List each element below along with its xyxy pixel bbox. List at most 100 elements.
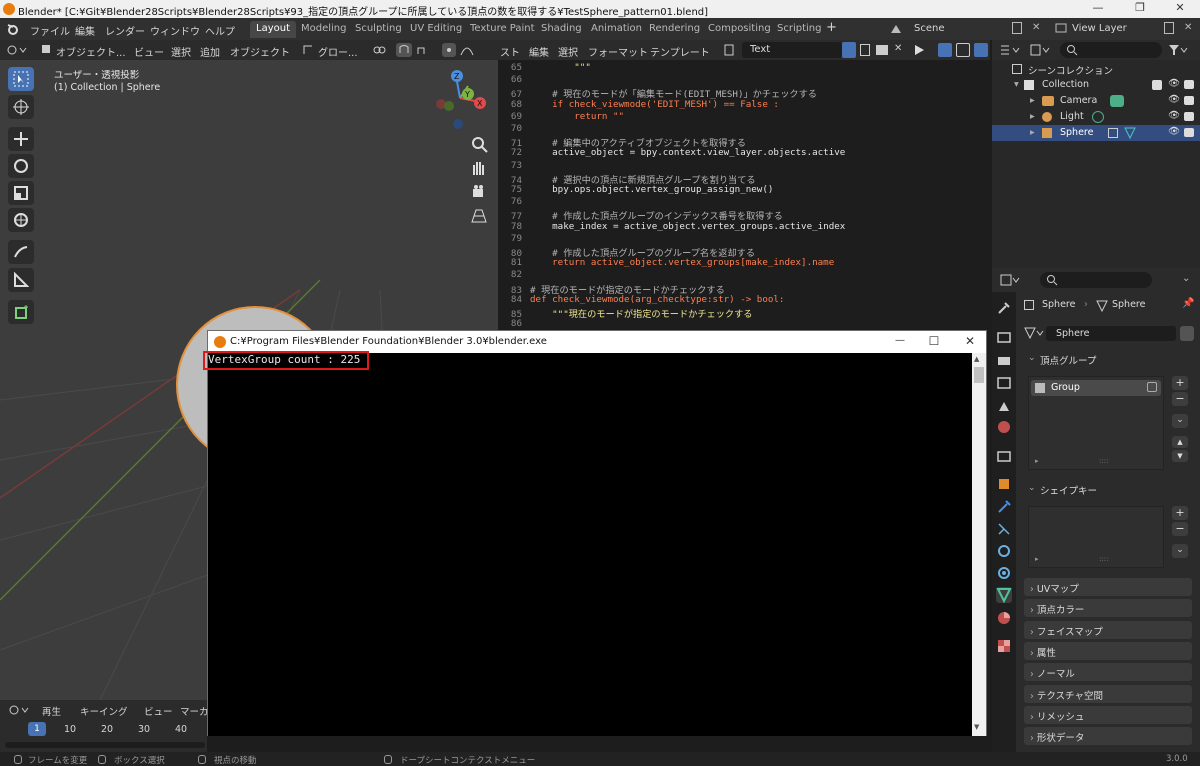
code-line[interactable]: 82 (498, 269, 990, 281)
code-line[interactable]: 86 (498, 318, 990, 330)
timeline-scrollbar[interactable] (5, 742, 205, 748)
blender-menu-icon[interactable] (6, 22, 20, 36)
panel-expand-chevron-icon[interactable]: › (1030, 627, 1037, 638)
collapsed-panel-header[interactable]: › 形状データ (1024, 727, 1192, 746)
move-tool[interactable] (8, 127, 34, 151)
console-titlebar[interactable]: C:¥Program Files¥Blender Foundation¥Blen… (208, 331, 986, 353)
code-line[interactable]: 72 active_object = bpy.context.view_laye… (498, 147, 990, 159)
vertex-groups-chevron-icon[interactable]: ⌄ (1028, 353, 1036, 363)
display-mode-icon[interactable] (1030, 44, 1050, 56)
tab-modeling[interactable]: Modeling (295, 21, 353, 38)
collection-tab-icon[interactable] (996, 448, 1012, 464)
vertex-group-specials-chevron-icon[interactable]: ⌄ (1172, 414, 1188, 428)
menu-render[interactable]: レンダー (105, 23, 145, 38)
shape-key-list[interactable]: ▸ :::: (1028, 506, 1164, 568)
text-menu-select[interactable]: 選択 (558, 44, 578, 59)
panel-expand-chevron-icon[interactable]: › (1030, 584, 1037, 595)
collapsed-panel-header[interactable]: › UVマップ (1024, 578, 1192, 596)
timeline-menu-playback[interactable]: 再生 (42, 704, 61, 718)
run-script-icon[interactable] (912, 43, 926, 57)
outliner-item-camera[interactable]: ▸ Camera 👁 (992, 93, 1200, 109)
camera-render-icon[interactable] (1184, 96, 1194, 105)
pivot-point-icon[interactable] (372, 44, 388, 56)
viewport-menu-select[interactable]: 選択 (171, 44, 191, 59)
code-line[interactable]: 65 """ (498, 62, 990, 74)
code-line[interactable]: 68 if check_viewmode('EDIT_MESH') == Fal… (498, 99, 990, 111)
filter-icon[interactable] (1168, 44, 1188, 56)
material-tab-icon[interactable] (996, 610, 1012, 626)
texture-tab-icon[interactable] (996, 638, 1012, 654)
collapsed-panel-header[interactable]: › ノーマル (1024, 663, 1192, 682)
menu-window[interactable]: ウィンドウ (150, 23, 200, 38)
collapsed-panel-header[interactable]: › 属性 (1024, 641, 1192, 660)
scene-tab-icon[interactable] (996, 398, 1012, 414)
modifier-tab-icon[interactable] (996, 499, 1012, 515)
scene-selector[interactable]: Scene (914, 23, 945, 34)
tab-animation[interactable]: Animation (585, 21, 648, 38)
text-menu-text[interactable]: スト (500, 44, 520, 59)
outliner-collection-row[interactable]: ▾ Collection 👁 (992, 77, 1200, 93)
text-menu-templates[interactable]: テンプレート (650, 44, 710, 59)
transform-tool[interactable] (8, 208, 34, 232)
outliner-item-light[interactable]: ▸ Light 👁 (992, 109, 1200, 125)
tab-texture-paint[interactable]: Texture Paint (464, 21, 541, 38)
code-line[interactable]: 66 (498, 74, 990, 86)
add-shape-key-button[interactable]: + (1172, 506, 1188, 520)
sphere-visibility-eye-icon[interactable]: 👁 (1168, 126, 1180, 137)
text-menu-format[interactable]: フォーマット (588, 44, 648, 59)
viewport-menu-view[interactable]: ビュー (134, 44, 164, 59)
constraints-tab-icon[interactable] (996, 565, 1012, 581)
tab-scripting[interactable]: Scripting (771, 21, 827, 38)
tab-layout[interactable]: Layout (250, 21, 296, 38)
open-text-folder-icon[interactable] (876, 45, 888, 55)
snap-toggle-icon[interactable] (396, 43, 412, 57)
shape-list-resize-grip[interactable]: :::: (1099, 555, 1108, 563)
select-box-tool[interactable] (8, 67, 34, 91)
timeline-editor-type-icon[interactable] (8, 703, 30, 717)
add-workspace-button[interactable]: + (826, 20, 837, 35)
delete-view-layer-icon[interactable]: ✕ (1184, 22, 1196, 34)
vertex-group-item[interactable]: Group (1031, 380, 1161, 396)
code-line[interactable]: 69 return "" (498, 111, 990, 123)
minimize-button[interactable]: — (1078, 1, 1118, 17)
camera-data-icon[interactable] (1110, 95, 1124, 107)
perspective-toggle-icon[interactable] (468, 205, 490, 227)
collection-render-camera-icon[interactable] (1184, 80, 1194, 89)
code-line[interactable]: 77 # 作成した頂点グループのインデックス番号を取得する (498, 208, 990, 222)
rotate-tool[interactable] (8, 154, 34, 178)
syntax-highlight-toggle-icon[interactable] (974, 43, 988, 57)
console-maximize-button[interactable]: ☐ (924, 334, 944, 348)
code-line[interactable]: 84 def check_viewmode(arg_checktype:str) … (498, 294, 990, 306)
view-layer-tab-icon[interactable] (996, 375, 1012, 391)
panel-expand-chevron-icon[interactable]: › (1030, 669, 1037, 680)
mode-selector[interactable]: オブジェクト... (56, 44, 126, 59)
code-line[interactable]: 74 # 選択中の頂点に新規頂点グループを割り当てる (498, 172, 990, 186)
timeline-menu-marker[interactable]: マーカ (180, 704, 209, 718)
pan-hand-icon[interactable] (468, 157, 490, 179)
code-line[interactable]: 76 (498, 196, 990, 208)
annotate-tool[interactable] (8, 240, 34, 264)
scroll-up-icon[interactable]: ▲ (974, 355, 979, 363)
scroll-thumb[interactable] (974, 367, 984, 383)
panel-expand-chevron-icon[interactable]: › (1030, 648, 1037, 659)
delete-scene-icon[interactable]: ✕ (1032, 22, 1044, 34)
proportional-editing-icon[interactable] (442, 43, 456, 57)
fake-user-shield-icon[interactable] (842, 42, 856, 58)
mesh-name-field[interactable]: Sphere (1046, 326, 1176, 341)
vertex-group-list[interactable]: Group ▸ :::: (1028, 376, 1164, 470)
panel-expand-chevron-icon[interactable]: › (1030, 691, 1037, 702)
editor-type-icon[interactable] (6, 43, 28, 57)
code-line[interactable]: 67 # 現在のモードが「編集モード(EDIT_MESH)」かチェックする (498, 86, 990, 100)
world-tab-icon[interactable] (996, 419, 1012, 435)
measure-tool[interactable] (8, 268, 34, 292)
word-wrap-toggle-icon[interactable] (956, 43, 970, 57)
maximize-button[interactable]: ❐ (1120, 1, 1160, 17)
code-line[interactable]: 75 bpy.ops.object.vertex_group_assign_ne… (498, 184, 990, 196)
light-data-icon[interactable] (1092, 111, 1104, 123)
tab-shading[interactable]: Shading (535, 21, 588, 38)
remove-vertex-group-button[interactable]: − (1172, 392, 1188, 406)
navigation-gizmo[interactable]: X Y Z (428, 66, 492, 130)
outliner-item-sphere[interactable]: ▸ Sphere 👁 (992, 125, 1200, 141)
panel-expand-chevron-icon[interactable]: › (1030, 733, 1037, 744)
outliner-editor-type-icon[interactable] (1000, 44, 1020, 56)
